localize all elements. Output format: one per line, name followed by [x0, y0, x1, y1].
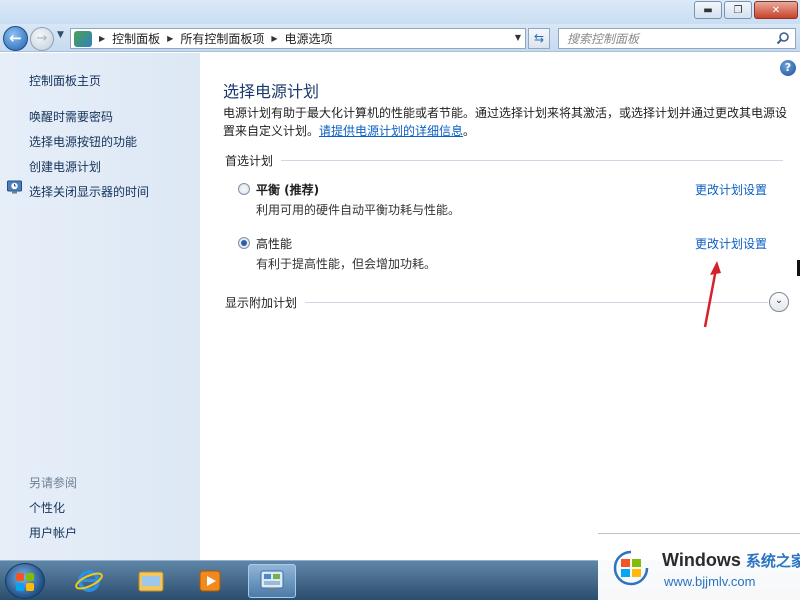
- address-bar[interactable]: ▶ 控制面板 ▶ 所有控制面板项 ▶ 电源选项 ▼: [70, 28, 526, 49]
- search-icon[interactable]: [776, 31, 790, 45]
- taskbar-control-panel[interactable]: [248, 564, 296, 598]
- preferred-plans-section: 首选计划: [225, 153, 783, 168]
- address-dropdown-icon[interactable]: ▼: [515, 33, 521, 42]
- folder-icon: [138, 571, 164, 592]
- main-content: ? 选择电源计划 电源计划有助于最大化计算机的性能或者节能。通过选择计划来将其激…: [200, 53, 800, 560]
- windows-logo-icon: [16, 573, 34, 591]
- control-panel-icon: [260, 570, 284, 591]
- control-panel-home-link[interactable]: 控制面板主页: [29, 72, 101, 89]
- expand-chevron-icon[interactable]: ⌄: [769, 292, 789, 312]
- watermark-title: Windows 系统之家: [662, 550, 800, 571]
- start-button[interactable]: [5, 563, 45, 599]
- watermark-title-en: Windows: [662, 550, 741, 570]
- title-bar: ▬ ❐ ✕: [0, 0, 800, 24]
- plan-balanced: 平衡 (推荐) 利用可用的硬件自动平衡功耗与性能。 更改计划设置: [238, 181, 778, 221]
- recent-pages-dropdown[interactable]: ▼: [57, 30, 64, 40]
- left-task-pane: 控制面板主页 唤醒时需要密码 选择电源按钮的功能 创建电源计划 选择关闭显示器的…: [0, 53, 200, 560]
- section-divider: [281, 159, 783, 161]
- search-box[interactable]: [558, 28, 796, 49]
- back-button[interactable]: ←: [3, 26, 28, 51]
- taskbar-ie[interactable]: [65, 564, 113, 598]
- plan-desc-high-performance: 有利于提高性能，但会增加功耗。: [256, 257, 437, 271]
- breadcrumb-all-items[interactable]: 所有控制面板项: [180, 30, 264, 47]
- plan-radio-balanced[interactable]: [238, 183, 250, 195]
- description-end: 。: [463, 124, 476, 138]
- personalization-link[interactable]: 个性化: [29, 499, 65, 516]
- watermark: Windows 系统之家 www.bjjmlv.com: [598, 533, 800, 600]
- breadcrumb-power-options[interactable]: 电源选项: [285, 30, 333, 47]
- preferred-plans-heading: 首选计划: [225, 153, 274, 168]
- close-button[interactable]: ✕: [754, 1, 798, 19]
- chevron-right-icon[interactable]: ▶: [271, 34, 277, 43]
- user-accounts-link[interactable]: 用户帐户: [29, 524, 77, 541]
- monitor-clock-icon: [7, 180, 22, 194]
- watermark-title-cn: 系统之家: [745, 553, 800, 570]
- plan-radio-high-performance[interactable]: [238, 237, 250, 249]
- show-additional-plans-label[interactable]: 显示附加计划: [225, 294, 305, 311]
- change-plan-settings-high-performance[interactable]: 更改计划设置: [695, 235, 767, 252]
- taskbar-media-player[interactable]: [186, 564, 234, 598]
- plan-name-balanced[interactable]: 平衡 (推荐): [256, 181, 319, 198]
- wakeup-password-link[interactable]: 唤醒时需要密码: [29, 108, 113, 125]
- media-player-icon: [199, 570, 221, 592]
- power-plan-details-link[interactable]: 请提供电源计划的详细信息: [319, 124, 463, 138]
- additional-plans-section[interactable]: 显示附加计划: [225, 294, 768, 311]
- windows-flag-icon: [613, 550, 649, 586]
- display-off-time-link[interactable]: 选择关闭显示器的时间: [29, 183, 149, 200]
- internet-explorer-icon: [75, 570, 103, 592]
- window-controls: ▬ ❐ ✕: [694, 1, 798, 19]
- chevron-right-icon[interactable]: ▶: [167, 34, 173, 43]
- watermark-url: www.bjjmlv.com: [664, 574, 756, 589]
- search-input[interactable]: [567, 29, 777, 48]
- create-power-plan-link[interactable]: 创建电源计划: [29, 158, 101, 175]
- navigation-bar: ← → ▼ ▶ 控制面板 ▶ 所有控制面板项 ▶ 电源选项 ▼ ⇆: [0, 24, 800, 52]
- help-icon[interactable]: ?: [780, 60, 796, 76]
- description-text: 电源计划有助于最大化计算机的性能或者节能。通过选择计划来将其激活，或选择计划并通…: [223, 106, 788, 138]
- see-also-heading: 另请参阅: [29, 476, 78, 490]
- taskbar-explorer[interactable]: [127, 564, 175, 598]
- forward-button[interactable]: →: [30, 27, 54, 51]
- plan-name-high-performance[interactable]: 高性能: [256, 235, 292, 252]
- annotation-arrow-icon: [703, 261, 721, 328]
- control-panel-icon: [74, 30, 92, 47]
- change-plan-settings-balanced[interactable]: 更改计划设置: [695, 181, 767, 198]
- plan-desc-balanced: 利用可用的硬件自动平衡功耗与性能。: [256, 203, 461, 217]
- minimize-button[interactable]: ▬: [694, 1, 722, 19]
- power-button-function-link[interactable]: 选择电源按钮的功能: [29, 133, 137, 150]
- page-title: 选择电源计划: [223, 82, 320, 101]
- breadcrumb-control-panel[interactable]: 控制面板: [112, 30, 160, 47]
- plan-high-performance: 高性能 有利于提高性能，但会增加功耗。 更改计划设置: [238, 235, 778, 275]
- refresh-button[interactable]: ⇆: [528, 28, 550, 49]
- maximize-button[interactable]: ❐: [724, 1, 752, 19]
- chevron-right-icon[interactable]: ▶: [99, 34, 105, 43]
- page-description: 电源计划有助于最大化计算机的性能或者节能。通过选择计划来将其激活，或选择计划并通…: [223, 104, 791, 140]
